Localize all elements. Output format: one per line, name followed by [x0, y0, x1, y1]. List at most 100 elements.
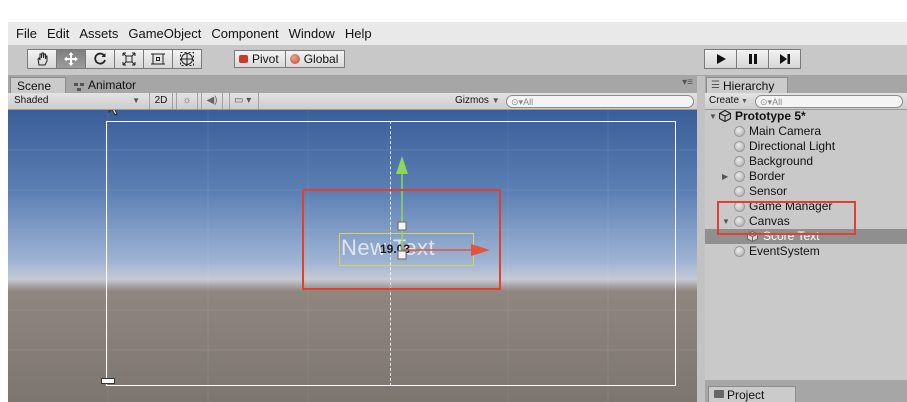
- hierarchy-tree: ▼ Prototype 5* Main Camera Directional L…: [705, 109, 907, 380]
- hierarchy-item-eventsystem[interactable]: EventSystem: [705, 244, 907, 259]
- hierarchy-item-label: Background: [749, 154, 814, 168]
- hierarchy-toolbar: Create ▼ ⊙▾All: [705, 93, 907, 110]
- panel-menu-icon[interactable]: ▾≡: [682, 77, 693, 88]
- hierarchy-item-main-camera[interactable]: Main Camera: [705, 124, 907, 139]
- tab-hierarchy[interactable]: ☰ Hierarchy: [706, 77, 788, 93]
- shading-mode-label: Shaded: [14, 95, 49, 106]
- menu-bar: File Edit Assets GameObject Component Wi…: [8, 22, 907, 45]
- mouse-cursor-icon: [108, 110, 118, 116]
- play-icon: [716, 54, 726, 64]
- hierarchy-item-background[interactable]: Background: [705, 154, 907, 169]
- list-icon: ☰: [711, 80, 720, 91]
- playback-controls: [704, 49, 801, 69]
- animator-icon: [74, 80, 84, 91]
- hierarchy-item-label: Border: [749, 169, 786, 183]
- rect-tool-button[interactable]: [143, 49, 173, 69]
- scale-icon: [122, 52, 136, 66]
- menu-assets[interactable]: Assets: [79, 26, 118, 41]
- hierarchy-item-sensor[interactable]: Sensor: [705, 184, 907, 199]
- tab-scene[interactable]: Scene: [10, 77, 66, 93]
- pivot-toggle-group: Pivot Global: [234, 50, 346, 68]
- main-toolbar: Pivot Global: [8, 45, 907, 76]
- pivot-icon: [239, 55, 248, 63]
- pause-icon: [748, 54, 757, 64]
- pivot-label: Pivot: [252, 52, 279, 66]
- move-arrows-icon: [64, 52, 78, 66]
- hand-icon: [37, 52, 48, 66]
- project-tab-row: Project: [705, 380, 907, 402]
- collapsed-arrow-icon[interactable]: ▶: [722, 169, 728, 184]
- menu-window[interactable]: Window: [289, 26, 335, 41]
- hierarchy-item-directional-light[interactable]: Directional Light: [705, 139, 907, 154]
- rect-transform-icon: [151, 53, 165, 65]
- create-arrow-icon: ▼: [739, 98, 748, 105]
- dropdown-arrow-icon: ▼: [132, 96, 140, 105]
- folder-icon: [714, 390, 724, 398]
- gameobject-icon: [734, 171, 745, 182]
- scene-name-label: Prototype 5*: [735, 109, 806, 123]
- gameobject-icon: [734, 141, 745, 152]
- rotate-tool-button[interactable]: [85, 49, 115, 69]
- tab-project[interactable]: Project: [708, 386, 796, 402]
- audio-toggle-icon[interactable]: ◀): [201, 93, 223, 109]
- scene-view-toolbar: Shaded ▼ 2D ☼ ◀) ▭ ▾ Gizmos ▼ ⊙▾All: [8, 93, 697, 110]
- scene-tab-row: Scene Animator ▾≡: [8, 76, 697, 93]
- hand-tool-button[interactable]: [27, 49, 57, 69]
- menu-component[interactable]: Component: [211, 26, 278, 41]
- search-icon: ⊙▾: [511, 97, 524, 107]
- scene-panel: Scene Animator ▾≡ Shaded ▼ 2D ☼ ◀) ▭ ▾ G…: [8, 76, 697, 402]
- scene-viewport[interactable]: New Text 19.03: [8, 110, 697, 402]
- play-button[interactable]: [704, 49, 737, 69]
- pause-button[interactable]: [736, 49, 769, 69]
- score-text-highlight-box: [302, 189, 501, 290]
- move-tool-button[interactable]: [56, 49, 86, 69]
- gizmos-arrow-icon: ▼: [491, 96, 500, 105]
- pivot-button[interactable]: Pivot: [234, 50, 286, 68]
- tab-project-label: Project: [727, 388, 765, 402]
- scale-tool-button[interactable]: [114, 49, 144, 69]
- gizmos-dropdown[interactable]: Gizmos ▼: [455, 93, 503, 109]
- hierarchy-search-placeholder: All: [772, 97, 783, 107]
- menu-file[interactable]: File: [16, 26, 37, 41]
- gameobject-icon: [734, 246, 745, 257]
- rotate-icon: [94, 52, 106, 65]
- hierarchy-tab-row: ☰ Hierarchy: [705, 76, 907, 93]
- menu-gameobject[interactable]: GameObject: [128, 26, 201, 41]
- global-button[interactable]: Global: [284, 50, 346, 68]
- menu-edit[interactable]: Edit: [47, 26, 69, 41]
- unity-editor-window: File Edit Assets GameObject Component Wi…: [8, 22, 907, 402]
- gizmos-label: Gizmos: [455, 95, 489, 106]
- tab-hierarchy-label: Hierarchy: [723, 79, 775, 93]
- scene-root-row[interactable]: ▼ Prototype 5*: [705, 109, 907, 124]
- unity-scene-icon: [718, 109, 732, 123]
- expand-arrow-icon[interactable]: ▼: [709, 109, 717, 124]
- step-button[interactable]: [768, 49, 801, 69]
- hierarchy-panel: ☰ Hierarchy Create ▼ ⊙▾All ▼ Prototype 5…: [705, 76, 907, 402]
- shading-mode-dropdown[interactable]: Shaded ▼: [10, 93, 144, 109]
- transform-tools: [27, 49, 202, 69]
- hierarchy-search-field[interactable]: ⊙▾All: [755, 95, 903, 108]
- menu-help[interactable]: Help: [345, 26, 372, 41]
- tab-animator[interactable]: Animator: [70, 77, 152, 93]
- 2d-mode-toggle[interactable]: 2D: [149, 93, 173, 109]
- gameobject-icon: [734, 156, 745, 167]
- transform-tool-button[interactable]: [172, 49, 202, 69]
- hierarchy-item-label: Sensor: [749, 184, 788, 198]
- globe-icon: [289, 54, 300, 64]
- canvas-highlight-box: [717, 201, 856, 235]
- create-dropdown[interactable]: Create ▼: [709, 93, 753, 109]
- hierarchy-item-border[interactable]: ▶ Border: [705, 169, 907, 184]
- step-icon: [779, 54, 790, 64]
- tab-animator-label: Animator: [88, 78, 137, 92]
- hierarchy-search-icon: ⊙▾: [760, 97, 773, 107]
- scene-search-placeholder: All: [523, 97, 534, 107]
- hierarchy-item-label: Main Camera: [749, 124, 822, 138]
- global-label: Global: [303, 52, 339, 66]
- gameobject-icon: [734, 186, 745, 197]
- effects-dropdown-icon[interactable]: ▭ ▾: [229, 93, 259, 109]
- gameobject-icon: [734, 126, 745, 137]
- scene-search-field[interactable]: ⊙▾All: [506, 95, 694, 108]
- y-axis-arrow-icon: [396, 156, 408, 174]
- hierarchy-item-label: EventSystem: [749, 244, 820, 258]
- scene-lighting-icon[interactable]: ☼: [176, 93, 198, 109]
